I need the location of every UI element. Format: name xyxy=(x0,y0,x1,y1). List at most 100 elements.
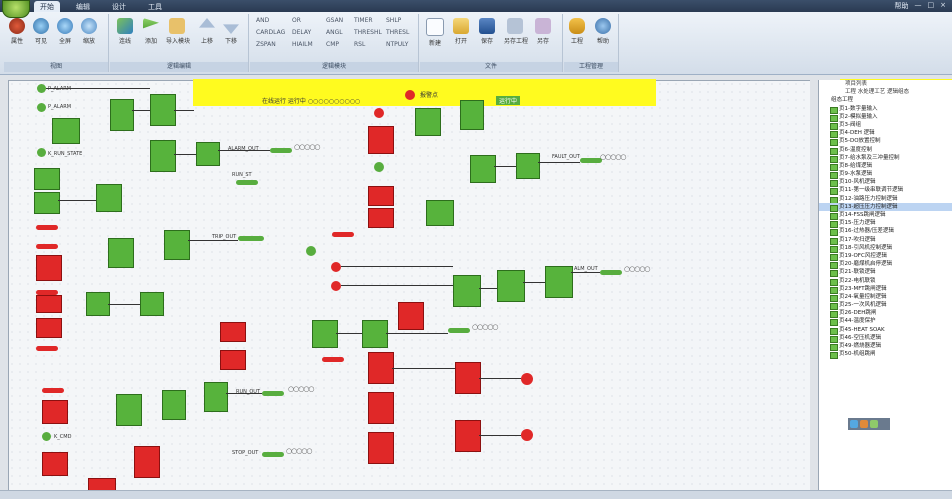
module-shlp[interactable]: SHLP xyxy=(386,17,401,24)
logic-block-alarm[interactable] xyxy=(36,318,62,338)
tree-item[interactable]: 页19-OFC风控逻辑 xyxy=(819,252,952,261)
tree-item[interactable]: 页9-水泵逻辑 xyxy=(819,170,952,180)
module-and[interactable]: AND xyxy=(256,17,269,24)
logic-block-timer[interactable] xyxy=(150,140,176,172)
project-button[interactable]: 工程 xyxy=(566,18,588,45)
signal-tag[interactable] xyxy=(332,232,354,237)
logic-block-and[interactable] xyxy=(34,168,60,190)
zoom-button[interactable]: 缩放 xyxy=(78,18,100,45)
tree-item[interactable]: 页13-超压压力控制逻辑 xyxy=(819,202,952,212)
logic-block-delay[interactable] xyxy=(196,142,220,166)
new-button[interactable]: 新建 xyxy=(424,18,446,47)
alarm-indicator[interactable] xyxy=(331,281,341,291)
tree-root[interactable]: 组态工程 xyxy=(819,96,952,104)
logic-block-or[interactable] xyxy=(164,230,190,260)
module-delay[interactable]: DELAY xyxy=(292,29,311,36)
help-ribbon-button[interactable]: 帮助 xyxy=(592,18,614,45)
logic-block-alarm[interactable] xyxy=(42,452,68,476)
status-indicator[interactable] xyxy=(374,162,384,172)
module-cardlag[interactable]: CARDLAG xyxy=(256,29,285,36)
tree-item[interactable]: 页20-磨煤机启停逻辑 xyxy=(819,260,952,270)
logic-block-timer[interactable] xyxy=(204,382,228,412)
tree-item[interactable]: 页25-一次风机逻辑 xyxy=(819,301,952,311)
maximize-button[interactable]: □ xyxy=(928,1,935,11)
signal-tag[interactable] xyxy=(36,346,58,351)
module-ntpuly[interactable]: NTPULY xyxy=(386,41,408,48)
logic-block-alarm[interactable] xyxy=(36,255,62,281)
tree-tool-icon[interactable] xyxy=(860,420,868,428)
tree-item[interactable]: 页46-空压机逻辑 xyxy=(819,334,952,343)
logic-block-delay[interactable] xyxy=(516,153,540,179)
move-up-button[interactable]: 上移 xyxy=(196,18,218,45)
logic-block-alarm[interactable] xyxy=(455,420,481,452)
tree-item[interactable]: 页7-给水泵及三冲量控制 xyxy=(819,154,952,163)
logic-block-alarm[interactable] xyxy=(368,208,394,228)
close-button[interactable]: × xyxy=(940,1,946,11)
logic-block-and[interactable] xyxy=(86,292,110,316)
app-menu-button[interactable] xyxy=(2,0,30,18)
logic-block-alarm[interactable] xyxy=(398,302,424,330)
tree-item[interactable]: 页1-数字量输入 xyxy=(819,105,952,114)
output-tag[interactable] xyxy=(262,452,284,457)
logic-block-or[interactable] xyxy=(110,99,134,131)
input-indicator[interactable] xyxy=(37,148,46,157)
save-project-as-button[interactable]: 另存工程 xyxy=(504,18,528,45)
output-tag[interactable] xyxy=(262,391,284,396)
module-hiailm[interactable]: HIAILM xyxy=(292,41,313,48)
tree-item[interactable]: 页2-模拟量输入 xyxy=(819,113,952,122)
tree-item[interactable]: 页18-引风机控制逻辑 xyxy=(819,244,952,253)
output-tag[interactable] xyxy=(238,236,264,241)
logic-block-and[interactable] xyxy=(52,118,80,144)
logic-block-and[interactable] xyxy=(415,108,441,136)
tree-item[interactable]: 页3-阀组 xyxy=(819,121,952,130)
tree-item[interactable]: 页14-FSS跳闸逻辑 xyxy=(819,211,952,220)
logic-block-or[interactable] xyxy=(497,270,525,302)
tree-item[interactable]: 页15-压力逻辑 xyxy=(819,219,952,229)
output-tag[interactable] xyxy=(236,180,258,185)
signal-tag[interactable] xyxy=(322,357,344,362)
logic-block-and[interactable] xyxy=(426,200,454,226)
output-tag[interactable] xyxy=(448,328,470,333)
logic-block-alarm[interactable] xyxy=(368,186,394,206)
output-tag[interactable] xyxy=(600,270,622,275)
input-indicator[interactable] xyxy=(37,103,46,112)
logic-block-alarm[interactable] xyxy=(455,362,481,394)
move-down-button[interactable]: 下移 xyxy=(220,18,242,45)
logic-block-alarm[interactable] xyxy=(368,392,394,424)
output-tag[interactable] xyxy=(270,148,292,153)
module-threshl[interactable]: THRESHL xyxy=(354,29,382,36)
module-or[interactable]: OR xyxy=(292,17,301,24)
module-cmp[interactable]: CMP xyxy=(326,41,339,48)
logic-block-or[interactable] xyxy=(162,390,186,420)
logic-block-alarm[interactable] xyxy=(220,350,246,370)
tree-item[interactable]: 页45-HEAT SOAK xyxy=(819,326,952,335)
tree-item[interactable]: 页6-温度控制 xyxy=(819,146,952,155)
save-button[interactable]: 保存 xyxy=(476,18,498,45)
tree-item[interactable]: 页23-MFT跳闸逻辑 xyxy=(819,285,952,294)
save-as-button[interactable]: 另存 xyxy=(532,18,554,45)
logic-block-or[interactable] xyxy=(96,184,122,212)
help-button[interactable]: 帮助 xyxy=(895,1,909,11)
tree-item[interactable]: 页49-燃烧器逻辑 xyxy=(819,342,952,351)
signal-tag[interactable] xyxy=(42,388,64,393)
alarm-indicator[interactable] xyxy=(374,108,384,118)
properties-button[interactable]: 属性 xyxy=(6,18,28,45)
alarm-indicator[interactable] xyxy=(331,262,341,272)
minimize-button[interactable]: — xyxy=(915,1,922,11)
open-button[interactable]: 打开 xyxy=(450,18,472,45)
tree-tool-icon[interactable] xyxy=(850,420,858,428)
tree-item[interactable]: 页17-吹扫逻辑 xyxy=(819,236,952,245)
signal-tag[interactable] xyxy=(36,225,58,230)
signal-tag[interactable] xyxy=(36,244,58,249)
logic-block-alarm[interactable] xyxy=(134,446,160,478)
tree-item[interactable]: 页12-油路压力控制逻辑 xyxy=(819,195,952,204)
tree-item[interactable]: 页44-温度保护 xyxy=(819,317,952,327)
alarm-indicator[interactable] xyxy=(521,429,533,441)
tree-item[interactable]: 页21-联锁逻辑 xyxy=(819,268,952,278)
output-tag[interactable] xyxy=(580,158,602,163)
tree-item[interactable]: 页24-氧量控制逻辑 xyxy=(819,293,952,302)
module-timer[interactable]: TIMER xyxy=(354,17,373,24)
tree-item[interactable]: 页16-过热器/压差逻辑 xyxy=(819,227,952,237)
logic-block-alarm[interactable] xyxy=(368,352,394,384)
logic-block-and[interactable] xyxy=(150,94,176,126)
